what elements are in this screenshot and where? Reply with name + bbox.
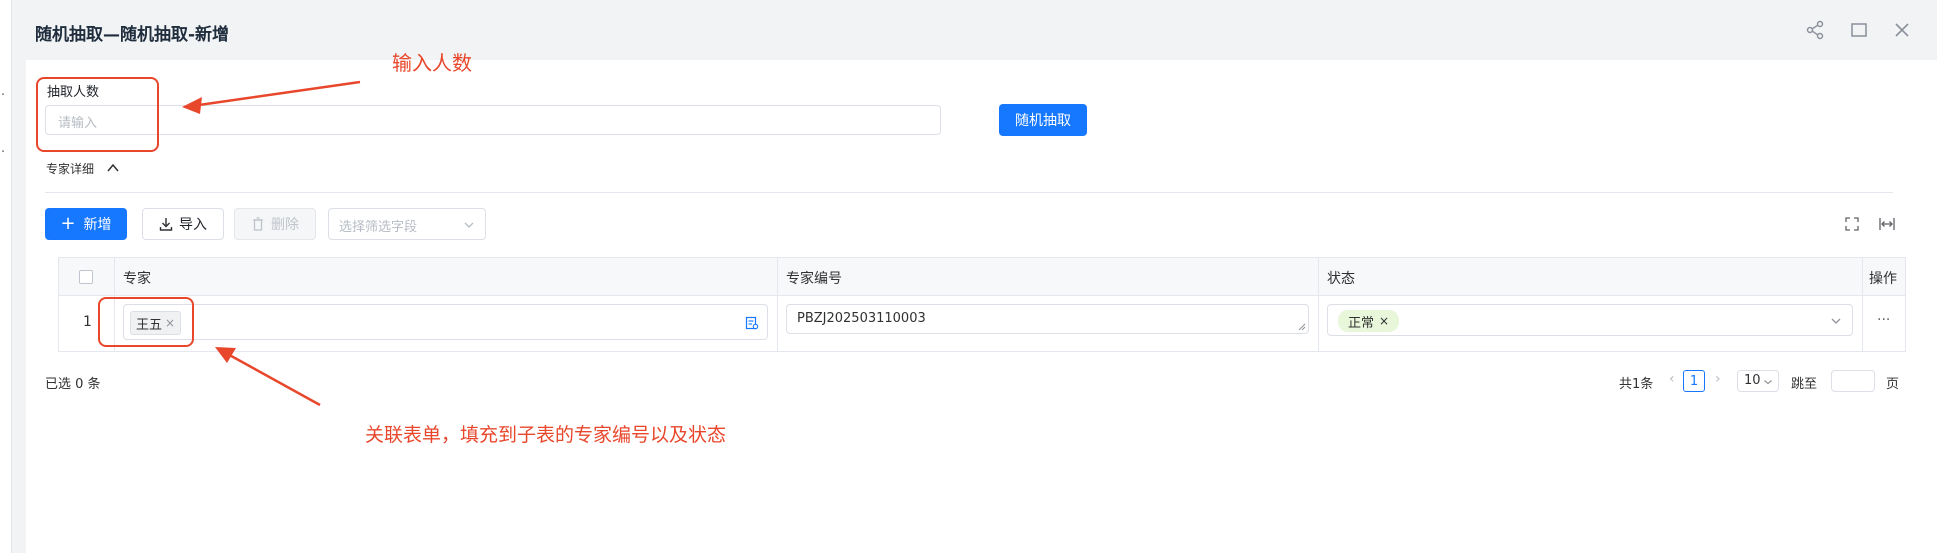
status-select[interactable]: 正常 ×	[1327, 304, 1853, 336]
chevron-down-icon	[1764, 380, 1772, 385]
delete-button-label: 删除	[271, 217, 299, 233]
row-expert-cell: 王五 ×	[115, 296, 778, 351]
section-divider	[45, 192, 1893, 193]
jump-page-input[interactable]	[1831, 370, 1875, 392]
row-index: 1	[83, 314, 92, 330]
trash-icon	[253, 217, 263, 231]
close-icon[interactable]	[1892, 20, 1912, 40]
prev-page-icon[interactable]: ‹	[1669, 371, 1675, 387]
header-expert-label: 专家	[123, 271, 151, 287]
random-draw-button[interactable]: 随机抽取	[999, 104, 1087, 136]
chevron-down-icon	[1831, 318, 1841, 324]
download-icon	[159, 218, 173, 231]
total-count: 共1条	[1619, 377, 1654, 392]
header-actions: 操作	[1863, 258, 1905, 295]
status-tag: 正常 ×	[1338, 310, 1400, 332]
expert-table: 专家 专家编号 状态 操作 1 王五 × PBZJ202503110003 正常…	[58, 257, 1906, 352]
import-button-label: 导入	[179, 217, 207, 233]
row-status-cell: 正常 ×	[1319, 296, 1863, 351]
row-expert-no-cell: PBZJ202503110003	[778, 296, 1319, 351]
filter-field-select[interactable]: 选择筛选字段	[328, 208, 486, 240]
page-unit-label: 页	[1886, 377, 1900, 392]
page-size-value: 10	[1744, 373, 1761, 388]
maximize-icon[interactable]	[1849, 20, 1869, 40]
status-tag-label: 正常	[1348, 315, 1375, 331]
header-expert-no: 专家编号	[778, 258, 1319, 295]
next-page-icon[interactable]: ›	[1715, 371, 1721, 387]
add-button[interactable]: + 新增	[45, 208, 127, 240]
header-status: 状态	[1319, 258, 1863, 295]
select-all-checkbox[interactable]	[79, 270, 93, 284]
fullscreen-icon[interactable]	[1845, 217, 1859, 231]
table-header-row: 专家 专家编号 状态 操作	[59, 258, 1905, 296]
annotation-input-hint: 输入人数	[392, 51, 472, 75]
background-glyph: ·	[1, 145, 6, 160]
more-actions-icon[interactable]: ···	[1877, 312, 1890, 328]
chevron-up-icon[interactable]	[106, 161, 120, 175]
share-icon[interactable]	[1805, 20, 1825, 40]
header-select-cell	[59, 258, 115, 295]
table-row: 1 王五 × PBZJ202503110003 正常 × ···	[59, 296, 1905, 351]
annotation-box-count	[36, 77, 159, 152]
page-size-select[interactable]: 10	[1737, 370, 1779, 392]
modal-header: 随机抽取—随机抽取-新增	[12, 0, 1937, 60]
annotation-relation-hint: 关联表单，填充到子表的专家编号以及状态	[365, 424, 727, 446]
column-width-icon[interactable]	[1879, 217, 1895, 231]
plus-icon: +	[60, 213, 76, 234]
header-status-label: 状态	[1327, 271, 1355, 287]
expert-no-field[interactable]: PBZJ202503110003	[786, 304, 1309, 334]
count-input[interactable]: 请输入	[45, 105, 941, 135]
expert-picker[interactable]: 王五 ×	[123, 304, 768, 340]
section-title: 专家详细	[46, 162, 95, 176]
jump-label: 跳至	[1791, 377, 1818, 392]
header-actions-label: 操作	[1869, 271, 1897, 287]
tag-close-icon[interactable]: ×	[1379, 314, 1389, 328]
row-actions-cell: ···	[1863, 296, 1905, 351]
resize-handle-icon[interactable]	[1298, 323, 1306, 331]
delete-button[interactable]: 删除	[234, 208, 316, 240]
chevron-down-icon	[464, 222, 474, 228]
background-glyph: ·	[1, 88, 6, 103]
add-button-label: 新增	[83, 217, 112, 233]
selected-count: 已选 0 条	[45, 377, 101, 392]
expert-no-value: PBZJ202503110003	[797, 311, 926, 326]
modal-title: 随机抽取—随机抽取-新增	[35, 25, 230, 45]
background-page-edge: · ·	[0, 0, 12, 553]
header-expert-no-label: 专家编号	[786, 271, 842, 287]
filter-placeholder: 选择筛选字段	[339, 220, 418, 235]
annotation-box-expert	[98, 297, 194, 347]
form-select-icon[interactable]	[745, 316, 759, 330]
modal-dialog: 随机抽取—随机抽取-新增 抽取人数 请输入 随机抽取 专家详细 + 新增 导入 …	[12, 0, 1937, 553]
header-expert: 专家	[115, 258, 778, 295]
import-button[interactable]: 导入	[142, 208, 224, 240]
page-1-button[interactable]: 1	[1683, 370, 1705, 392]
